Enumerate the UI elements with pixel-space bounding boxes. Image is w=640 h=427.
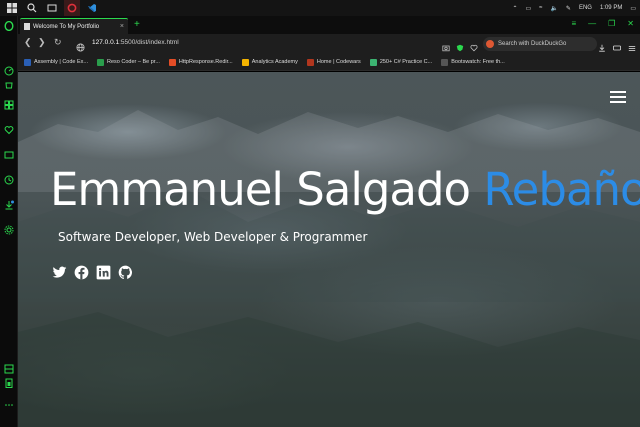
bookmark-item[interactable]: Reso Coder – Be pr...: [97, 58, 160, 66]
notifications-icon[interactable]: ▭: [630, 5, 636, 12]
bookmark-favicon-icon: [241, 58, 249, 66]
bookmark-label: HttpResponse.Redir...: [178, 59, 233, 65]
menu-hamburger-icon[interactable]: [610, 91, 626, 103]
close-tab-icon[interactable]: ×: [120, 23, 124, 30]
adblock-shield-icon[interactable]: [456, 39, 464, 52]
bookmark-label: 250+ C# Practice C...: [379, 59, 433, 65]
toolbar-right: [598, 39, 636, 52]
tab-portfolio[interactable]: Welcome To My Portfolio ×: [20, 18, 128, 34]
minimize-icon[interactable]: —: [588, 19, 596, 28]
bookmark-item[interactable]: Analytics Academy: [241, 58, 298, 66]
tab-bar: Welcome To My Portfolio × + ≡ — ❐ ✕: [18, 16, 640, 34]
social-links: [52, 265, 133, 280]
bookmark-favicon-icon: [306, 58, 314, 66]
portfolio-page: Emmanuel Salgado Rebaño Software Develop…: [18, 72, 640, 427]
extensions-icon[interactable]: [3, 99, 15, 111]
battery-saver-icon[interactable]: [3, 377, 15, 389]
download-icon[interactable]: [598, 39, 606, 52]
address-actions: [442, 39, 478, 52]
bookmark-label: Home | Codewars: [316, 59, 361, 65]
shop-icon[interactable]: [3, 79, 15, 91]
twitter-icon[interactable]: [52, 265, 67, 280]
bookmarks-bar: Assembly | Code Ex... Reso Coder – Be pr…: [18, 54, 640, 71]
hero-title: Emmanuel Salgado Rebaño: [50, 163, 640, 216]
url-field[interactable]: 127.0.0.1:5500/dist/index.html: [92, 39, 179, 46]
bookmark-favicon-icon: [369, 58, 377, 66]
wifi-icon[interactable]: ≈: [539, 5, 542, 11]
facebook-icon[interactable]: [74, 265, 89, 280]
tab-title: Welcome To My Portfolio: [33, 23, 100, 30]
close-window-icon[interactable]: ✕: [627, 19, 634, 28]
language-indicator[interactable]: ENG: [579, 5, 592, 11]
history-clock-icon[interactable]: [3, 174, 15, 186]
opera-taskbar-icon[interactable]: [64, 0, 80, 16]
browser-sidebar: [0, 16, 18, 427]
hero-last-name: Rebaño: [483, 163, 640, 216]
windows-taskbar: ⌃ ▭ ≈ 🔈 ✎ ENG 1:09 PM ▭: [0, 0, 640, 16]
vscode-taskbar-icon[interactable]: [84, 0, 100, 16]
easy-setup-icon[interactable]: ≡: [571, 19, 576, 28]
search-icon[interactable]: [24, 0, 40, 16]
globe-icon[interactable]: [76, 39, 85, 52]
task-view-icon[interactable]: [44, 0, 60, 16]
bookmark-label: Reso Coder – Be pr...: [107, 59, 160, 65]
pen-icon[interactable]: ✎: [566, 5, 571, 12]
camera-icon[interactable]: [442, 39, 450, 52]
bookmark-heart-icon[interactable]: [470, 39, 478, 52]
snapshot-icon[interactable]: [3, 149, 15, 161]
window-controls: ≡ — ❐ ✕: [571, 19, 634, 28]
sidebar-setup-icon[interactable]: [3, 363, 15, 375]
linkedin-icon[interactable]: [96, 265, 111, 280]
bookmark-favicon-icon: [441, 58, 449, 66]
speed-dial-icon[interactable]: [3, 65, 15, 77]
hero-subtitle: Software Developer, Web Developer & Prog…: [58, 230, 368, 244]
vpn-icon[interactable]: [613, 39, 621, 51]
clock[interactable]: 1:09 PM: [600, 5, 622, 11]
bookmark-favicon-icon: [24, 58, 31, 66]
opera-logo-icon[interactable]: [3, 20, 15, 32]
reload-icon[interactable]: ↻: [54, 37, 62, 48]
github-icon[interactable]: [118, 265, 133, 280]
bookmark-item[interactable]: Bootswatch: Free th...: [441, 58, 505, 66]
bookmark-item[interactable]: Assembly | Code Ex...: [24, 58, 89, 66]
hero-first-name: Emmanuel Salgado: [50, 163, 471, 216]
system-tray: ⌃ ▭ ≈ 🔈 ✎ ENG 1:09 PM ▭: [512, 0, 636, 16]
bookmarks-heart-icon[interactable]: [3, 124, 15, 136]
mountain-background: [18, 110, 640, 427]
volume-icon[interactable]: 🔈: [550, 5, 557, 12]
bookmark-item[interactable]: Home | Codewars: [306, 58, 361, 66]
bookmark-item[interactable]: 250+ C# Practice C...: [369, 58, 433, 66]
more-dots-icon[interactable]: [3, 399, 15, 411]
chevron-up-icon[interactable]: ⌃: [512, 5, 517, 12]
back-icon[interactable]: ❮: [24, 37, 32, 48]
bookmark-favicon-icon: [97, 58, 105, 66]
settings-gear-icon[interactable]: [3, 224, 15, 236]
menu-icon[interactable]: [628, 39, 636, 51]
bookmark-label: Analytics Academy: [251, 59, 298, 65]
search-box[interactable]: Search with DuckDuckGo: [483, 37, 597, 51]
page-favicon-icon: [24, 23, 30, 30]
address-bar: ❮ ❯ ↻ 127.0.0.1:5500/dist/index.html Sea…: [18, 34, 640, 54]
bookmark-favicon-icon: [168, 58, 176, 66]
maximize-icon[interactable]: ❐: [608, 19, 615, 28]
forward-icon[interactable]: ❯: [38, 37, 46, 48]
bookmark-item[interactable]: HttpResponse.Redir...: [168, 58, 233, 66]
downloads-icon[interactable]: [3, 199, 15, 211]
battery-icon[interactable]: ▭: [525, 5, 531, 12]
duckduckgo-icon: [486, 40, 494, 48]
windows-start-icon[interactable]: [4, 0, 20, 16]
search-placeholder: Search with DuckDuckGo: [498, 41, 567, 47]
new-tab-button[interactable]: +: [134, 18, 140, 32]
bookmark-label: Bootswatch: Free th...: [451, 59, 505, 65]
bookmark-label: Assembly | Code Ex...: [34, 59, 89, 65]
